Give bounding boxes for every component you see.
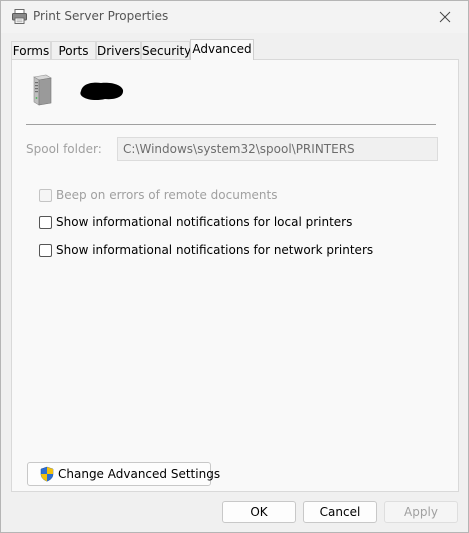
tab-forms[interactable]: Forms — [11, 41, 51, 59]
close-button[interactable] — [422, 1, 468, 33]
section-divider — [26, 124, 436, 125]
option-local-notifications[interactable]: Show informational notifications for loc… — [39, 214, 352, 230]
option-network-notifications[interactable]: Show informational notifications for net… — [39, 242, 373, 258]
local-notifications-checkbox[interactable] — [39, 215, 52, 229]
spool-folder-label: Spool folder: — [26, 142, 102, 156]
option-beep-on-errors: Beep on errors of remote documents — [39, 187, 277, 203]
uac-shield-icon — [40, 466, 54, 482]
server-name-redacted — [80, 82, 124, 101]
tab-ports[interactable]: Ports — [51, 41, 96, 59]
printer-icon — [12, 9, 27, 24]
network-notifications-checkbox[interactable] — [39, 243, 52, 257]
advanced-tab-panel: Spool folder: C:\Windows\system32\spool\… — [11, 59, 459, 492]
network-notifications-label[interactable]: Show informational notifications for net… — [56, 243, 373, 257]
local-notifications-label[interactable]: Show informational notifications for loc… — [56, 215, 352, 229]
title-bar: Print Server Properties — [1, 1, 468, 33]
close-icon — [439, 11, 451, 23]
cancel-button[interactable]: Cancel — [303, 501, 377, 523]
window-title: Print Server Properties — [33, 9, 169, 23]
beep-on-errors-label: Beep on errors of remote documents — [56, 188, 278, 202]
ok-button[interactable]: OK — [222, 501, 296, 523]
change-advanced-settings-button[interactable]: Change Advanced Settings — [27, 462, 220, 486]
print-server-properties-window: Print Server Properties Forms Ports Driv… — [0, 0, 469, 533]
tab-drivers[interactable]: Drivers — [96, 41, 141, 59]
change-advanced-settings-label: Change Advanced Settings — [58, 467, 221, 481]
spool-folder-field: C:\Windows\system32\spool\PRINTERS — [117, 137, 438, 161]
tab-security[interactable]: Security — [141, 41, 191, 59]
apply-button[interactable]: Apply — [384, 501, 458, 523]
beep-on-errors-checkbox — [39, 188, 52, 202]
tab-advanced[interactable]: Advanced — [190, 39, 254, 60]
server-icon — [33, 74, 52, 106]
